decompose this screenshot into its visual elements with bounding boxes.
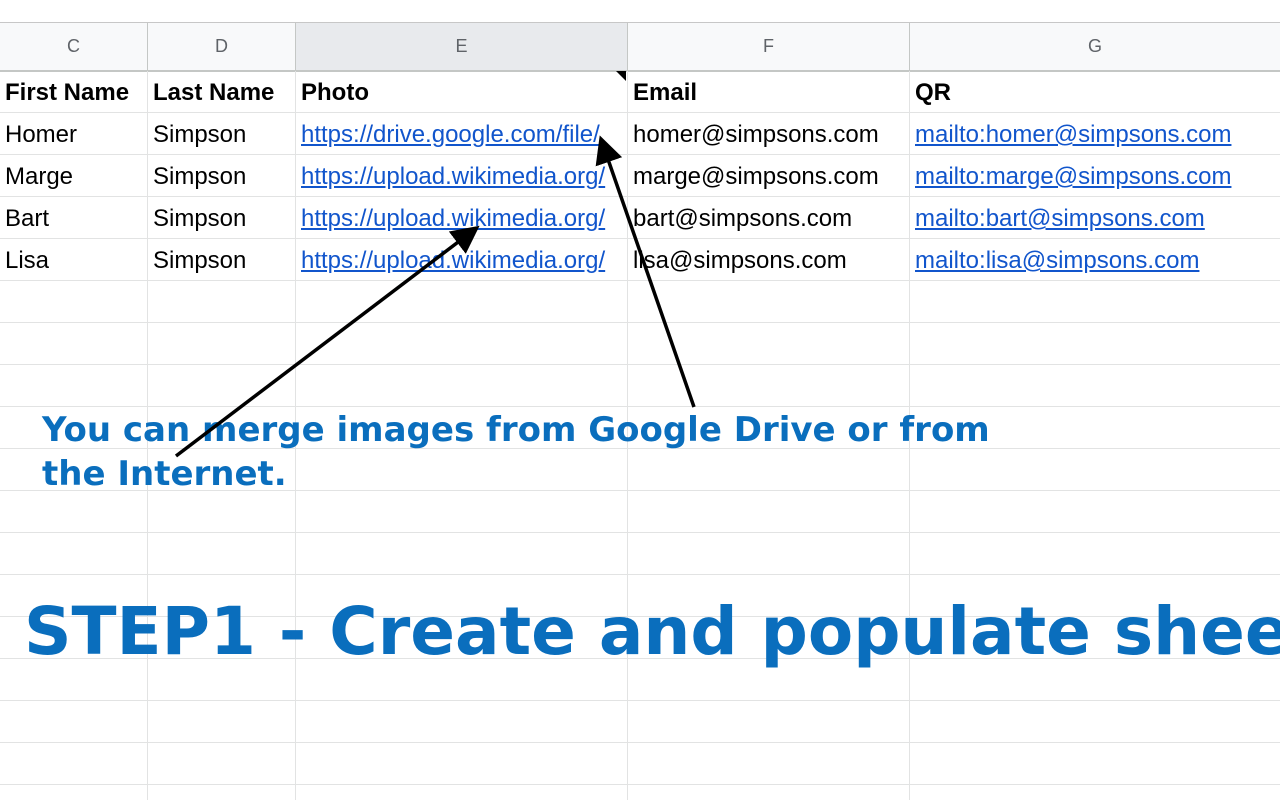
cell-email[interactable]: bart@simpsons.com [628, 197, 910, 239]
grid-line [0, 322, 1280, 323]
cell-first-name[interactable]: Homer [0, 113, 148, 155]
cell-photo-link[interactable]: https://upload.wikimedia.org/ [296, 155, 628, 197]
cell-last-name[interactable]: Simpson [148, 113, 296, 155]
cell-qr-link[interactable]: mailto:bart@simpsons.com [910, 197, 1280, 239]
grid-line [0, 406, 1280, 407]
grid-line [0, 574, 1280, 575]
header-cell-email[interactable]: Email [628, 71, 910, 113]
header-cell-qr[interactable]: QR [910, 71, 1280, 113]
column-header-d[interactable]: D [148, 23, 296, 70]
header-cell-last-name[interactable]: Last Name [148, 71, 296, 113]
cell-last-name[interactable]: Simpson [148, 239, 296, 281]
toolbar-edge [0, 0, 1280, 23]
cell-qr-link[interactable]: mailto:homer@simpsons.com [910, 113, 1280, 155]
cell-last-name[interactable]: Simpson [148, 197, 296, 239]
header-cell-first-name[interactable]: First Name [0, 71, 148, 113]
cell-photo-link[interactable]: https://upload.wikimedia.org/ [296, 239, 628, 281]
grid-line [0, 532, 1280, 533]
header-cell-photo[interactable]: Photo [296, 71, 628, 113]
cell-photo-link[interactable]: https://upload.wikimedia.org/ [296, 197, 628, 239]
column-header-e[interactable]: E [296, 23, 628, 70]
grid-line [0, 364, 1280, 365]
spreadsheet-screenshot: C D E F G First Name Last Name Photo Ema… [0, 0, 1280, 800]
cell-qr-link[interactable]: mailto:lisa@simpsons.com [910, 239, 1280, 281]
grid-line [0, 700, 1280, 701]
step-title: STEP1 - Create and populate sheet [24, 593, 1280, 670]
cell-qr-link[interactable]: mailto:marge@simpsons.com [910, 155, 1280, 197]
cell-first-name[interactable]: Bart [0, 197, 148, 239]
cell-email[interactable]: marge@simpsons.com [628, 155, 910, 197]
column-header-f[interactable]: F [628, 23, 910, 70]
grid-line [0, 742, 1280, 743]
cell-email[interactable]: lisa@simpsons.com [628, 239, 910, 281]
cell-email[interactable]: homer@simpsons.com [628, 113, 910, 155]
annotation-note: You can merge images from Google Drive o… [42, 410, 990, 494]
cell-last-name[interactable]: Simpson [148, 155, 296, 197]
grid-line [0, 784, 1280, 785]
column-header-c[interactable]: C [0, 23, 148, 70]
cell-photo-link[interactable]: https://drive.google.com/file/ [296, 113, 628, 155]
column-header-bar: C D E F G [0, 23, 1280, 72]
column-header-g[interactable]: G [910, 23, 1280, 70]
cell-first-name[interactable]: Lisa [0, 239, 148, 281]
cell-first-name[interactable]: Marge [0, 155, 148, 197]
